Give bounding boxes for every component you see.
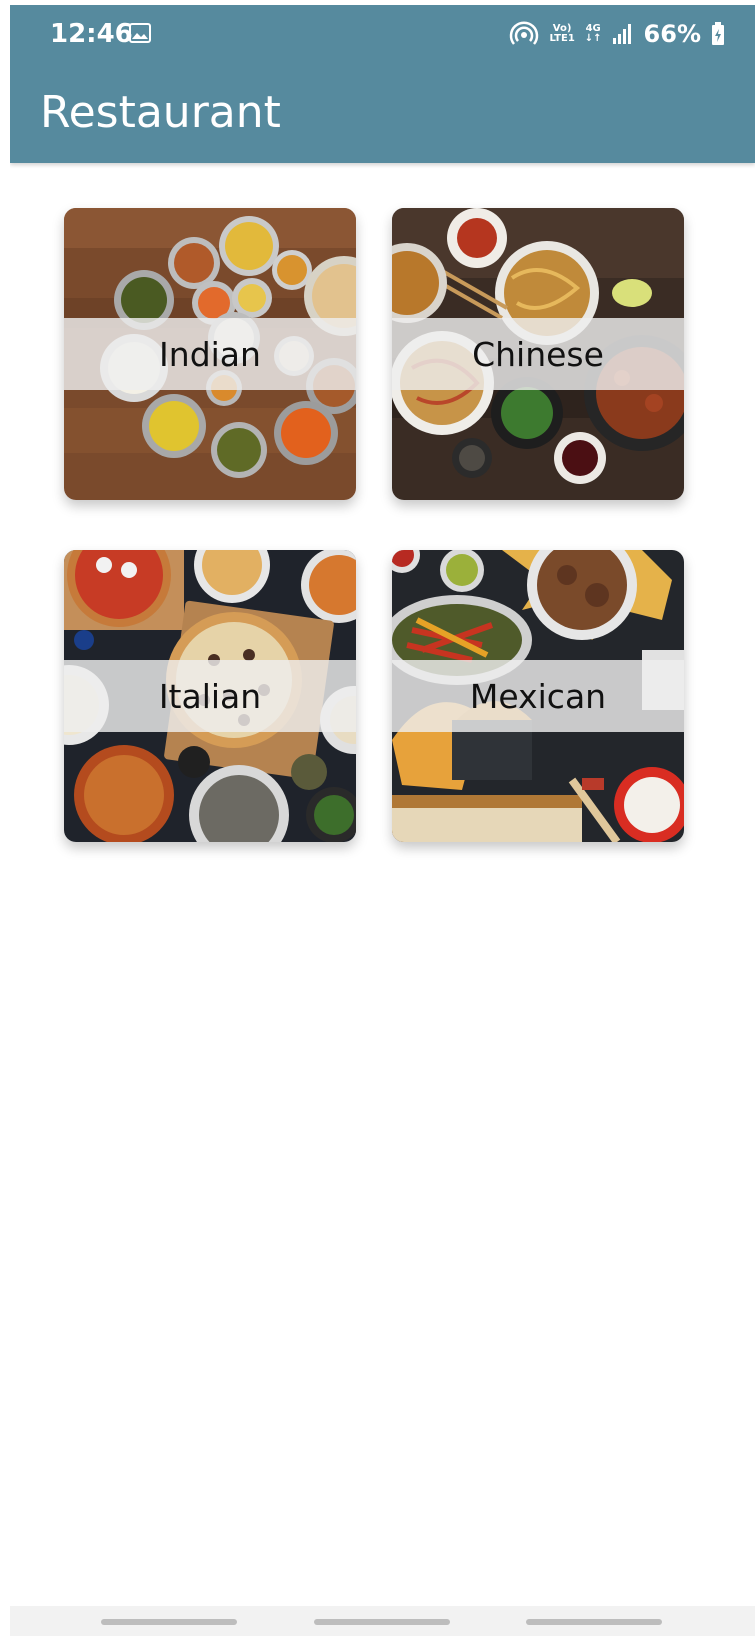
nav-back-handle[interactable] bbox=[526, 1619, 662, 1625]
card-label-band: Chinese bbox=[392, 318, 684, 390]
signal-icon bbox=[612, 24, 631, 44]
hotspot-icon bbox=[510, 21, 539, 45]
cuisine-card-mexican[interactable]: Mexican bbox=[392, 550, 684, 842]
nav-recents-handle[interactable] bbox=[101, 1619, 237, 1625]
cuisine-card-italian[interactable]: Italian bbox=[64, 550, 356, 842]
battery-icon bbox=[712, 22, 724, 45]
network-type: 4G ↓↑ bbox=[585, 24, 602, 44]
lte-text: LTE1 bbox=[549, 33, 575, 44]
status-right: Vo) LTE1 4G ↓↑ 66% bbox=[509, 17, 725, 51]
card-label-band: Mexican bbox=[392, 660, 684, 732]
status-bar: 12:46 Vo) LTE1 4G ↓↑ 66% bbox=[10, 5, 755, 67]
cuisine-label: Mexican bbox=[469, 676, 607, 716]
screen: 12:46 Vo) LTE1 4G ↓↑ 66% Restaurant Indi… bbox=[10, 5, 755, 1636]
app-bar: 12:46 Vo) LTE1 4G ↓↑ 66% Restaurant bbox=[10, 5, 755, 163]
volte-indicator: Vo) LTE1 bbox=[549, 24, 574, 44]
gallery-icon bbox=[129, 23, 151, 43]
data-arrows-icon: ↓↑ bbox=[584, 33, 602, 44]
page-title: Restaurant bbox=[40, 87, 281, 138]
cuisine-label: Chinese bbox=[472, 334, 604, 374]
cuisine-card-indian[interactable]: Indian bbox=[64, 208, 356, 500]
status-time: 12:46 bbox=[50, 19, 133, 49]
battery-percent: 66% bbox=[643, 20, 701, 48]
cuisine-card-chinese[interactable]: Chinese bbox=[392, 208, 684, 500]
nav-home-handle[interactable] bbox=[314, 1619, 450, 1625]
card-label-band: Indian bbox=[64, 318, 356, 390]
gesture-nav-bar bbox=[10, 1606, 755, 1636]
cuisine-label: Indian bbox=[159, 334, 261, 374]
card-label-band: Italian bbox=[64, 660, 356, 732]
cuisine-label: Italian bbox=[158, 676, 262, 716]
